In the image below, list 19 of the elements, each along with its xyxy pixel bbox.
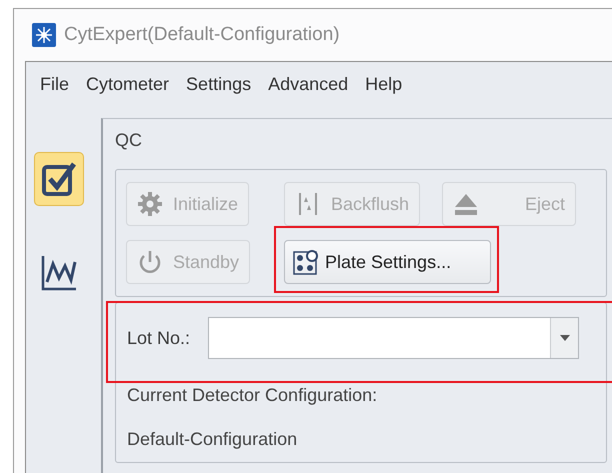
toolbar-button[interactable]: Plate Settings... [284,240,491,284]
detector-config-value: Default-Configuration [127,428,298,451]
gear-icon [137,191,163,217]
menu-item[interactable]: Advanced [268,71,348,118]
sidebar-button[interactable] [34,152,84,206]
dropdown-arrow-icon[interactable] [560,335,570,341]
panel-title: QC [115,130,142,150]
plate-icon [293,249,319,275]
checkbox-icon [40,160,76,198]
line-chart-icon [40,254,78,292]
window-title: CytExpert(Default-Configuration) [64,22,340,47]
lot-label: Lot No.: [127,326,190,350]
menu-item[interactable]: Cytometer [86,71,170,118]
menu-item[interactable]: Help [365,71,402,118]
menu-item[interactable]: File [40,71,70,118]
app-logo-icon [32,23,56,47]
menu-item[interactable]: Settings [186,71,252,118]
detector-config-label: Current Detector Configuration: [127,384,378,407]
power-icon [137,249,163,275]
